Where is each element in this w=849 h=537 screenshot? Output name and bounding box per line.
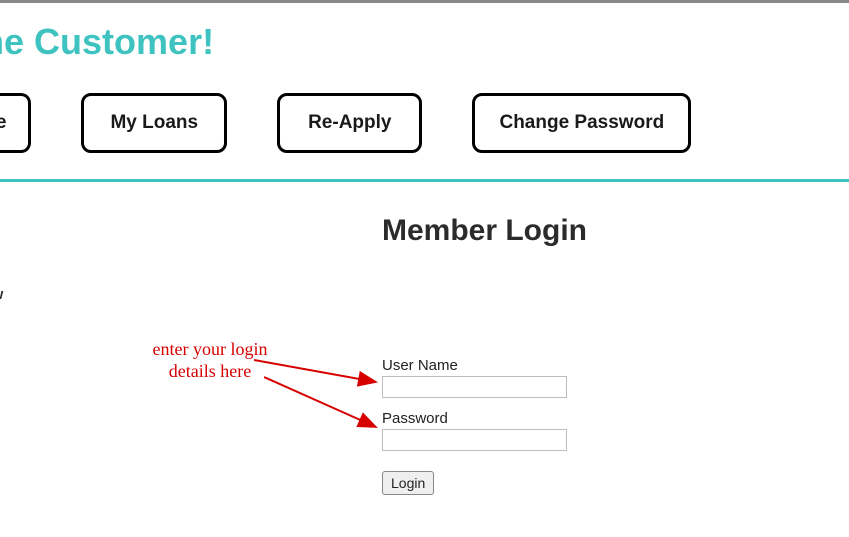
password-label: Password (382, 410, 567, 427)
username-label: User Name (382, 357, 567, 374)
login-button[interactable]: Login (382, 471, 434, 495)
nav-row: rofile My Loans Re-Apply Change Password (0, 93, 849, 153)
instruction-text-partial: elow (0, 286, 849, 303)
annotation-arrow-2 (264, 375, 384, 435)
username-input[interactable] (382, 376, 567, 398)
annotation-text: enter your login details here (130, 339, 290, 382)
annotation-line2: details here (169, 361, 251, 381)
re-apply-button[interactable]: Re-Apply (277, 93, 422, 153)
my-loans-button[interactable]: My Loans (81, 93, 227, 153)
login-form: User Name Password Login (382, 357, 567, 495)
profile-button[interactable]: rofile (0, 93, 31, 153)
divider (0, 179, 849, 182)
change-password-button[interactable]: Change Password (472, 93, 691, 153)
member-login-title: Member Login (120, 214, 849, 248)
annotation-line1: enter your login (153, 339, 268, 359)
password-input[interactable] (382, 429, 567, 451)
page-title: come Customer! (0, 21, 849, 63)
